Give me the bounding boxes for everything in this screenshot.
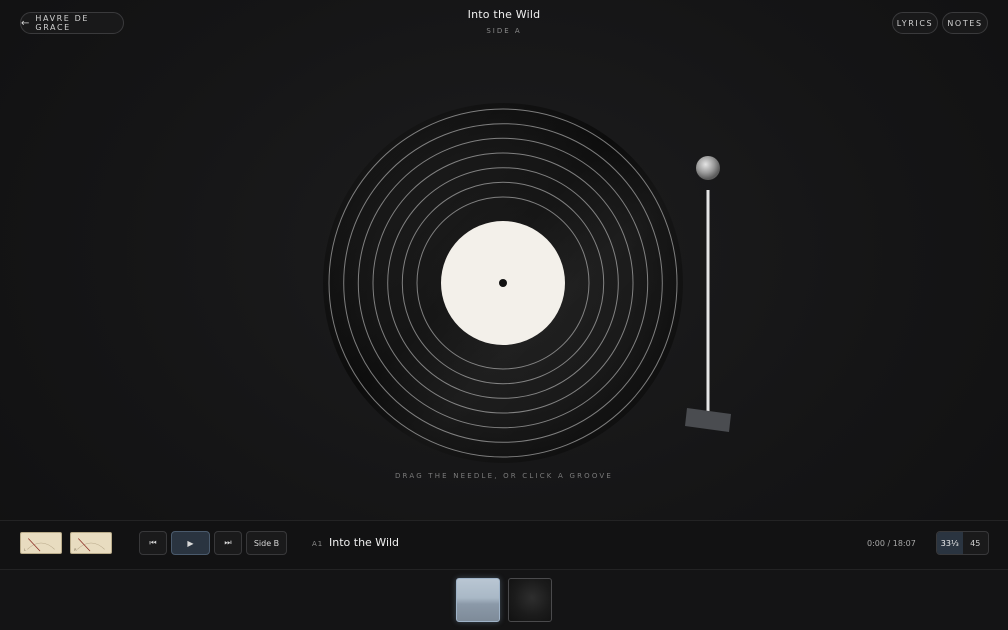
meter-left-label: L (24, 548, 26, 552)
meter-right-label: R (74, 548, 77, 552)
speed-33-button[interactable]: 33⅓ (937, 532, 963, 554)
record-tray (0, 570, 1008, 630)
needle-headshell[interactable] (685, 408, 731, 432)
tonearm-rod (706, 190, 710, 412)
vu-meter-right: R (70, 532, 112, 554)
speed-45-button[interactable]: 45 (963, 532, 989, 554)
track-title: Into the Wild (329, 536, 400, 549)
spindle-hole (499, 279, 507, 287)
previous-track-button[interactable]: ⏮ (139, 531, 167, 555)
speed-selector: 33⅓ 45 (936, 531, 989, 555)
skip-forward-icon: ⏭ (224, 538, 232, 547)
track-number: A1 (312, 540, 324, 548)
side-b-thumbnail[interactable] (508, 578, 552, 622)
turntable: DRAG THE NEEDLE, OR CLICK A GROOVE (0, 0, 1008, 520)
play-icon: ▶ (187, 538, 194, 548)
side-a-thumbnail[interactable] (456, 578, 500, 622)
vu-meter-left: L (20, 532, 62, 554)
side-b-button[interactable]: Side B (246, 531, 287, 555)
vinyl-record[interactable] (322, 102, 684, 464)
tonearm[interactable] (680, 150, 740, 440)
hint-text: DRAG THE NEEDLE, OR CLICK A GROOVE (394, 472, 614, 480)
player-controls: L R ⏮ ▶ ⏭ Side B A1 Into the Wild 0:00 /… (0, 520, 1008, 570)
skip-back-icon: ⏮ (149, 538, 157, 547)
meter-needle (78, 538, 91, 552)
play-button[interactable]: ▶ (171, 531, 210, 555)
meter-needle (28, 538, 41, 552)
tonearm-pivot[interactable] (696, 156, 720, 180)
next-track-button[interactable]: ⏭ (214, 531, 242, 555)
playback-time: 0:00 / 18:07 (867, 539, 916, 548)
